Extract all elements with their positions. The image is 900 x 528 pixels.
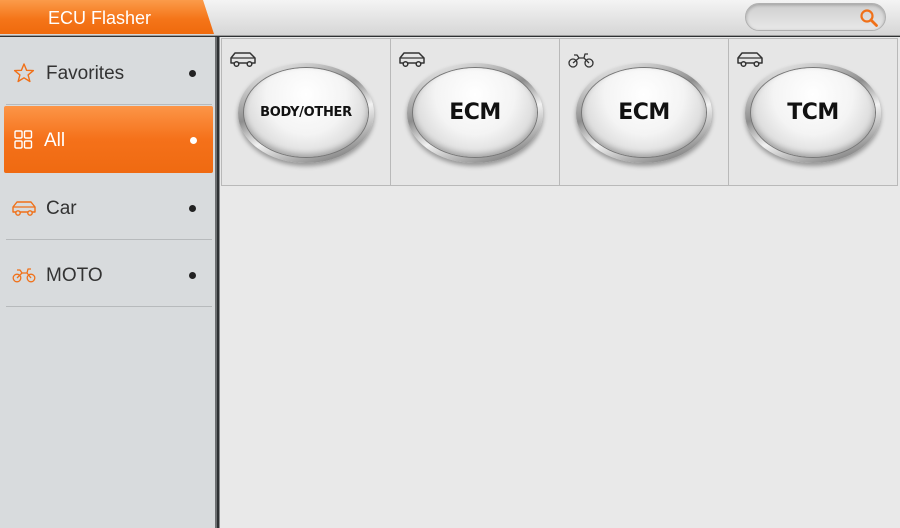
bullet-dot bbox=[189, 70, 196, 77]
car-icon bbox=[230, 52, 256, 68]
module-tile: ECM bbox=[559, 38, 729, 186]
button-face: TCM bbox=[751, 68, 875, 157]
sidebar-item-favorites[interactable]: Favorites bbox=[6, 39, 212, 105]
sidebar-item-label: Car bbox=[46, 198, 77, 219]
module-button-ecm-car[interactable]: ECM bbox=[407, 63, 543, 163]
bullet-dot bbox=[189, 272, 196, 279]
module-label: TCM bbox=[787, 100, 839, 125]
category-sidebar: Favorites All Car MOTO bbox=[0, 37, 217, 528]
button-face: ECM bbox=[413, 68, 537, 157]
module-tile: TCM bbox=[728, 38, 898, 186]
button-face: ECM bbox=[582, 68, 706, 157]
module-button-body-other[interactable]: BODY/OTHER bbox=[238, 63, 374, 163]
car-icon bbox=[12, 201, 36, 216]
car-icon bbox=[737, 52, 763, 68]
star-icon bbox=[13, 63, 35, 83]
motorcycle-icon bbox=[568, 53, 594, 68]
sidebar-item-all[interactable]: All bbox=[4, 106, 213, 173]
header-bar: ECU Flasher bbox=[0, 0, 900, 36]
sidebar-item-label: All bbox=[44, 130, 66, 151]
app-title-tab: ECU Flasher bbox=[0, 0, 214, 34]
module-button-ecm-moto[interactable]: ECM bbox=[576, 63, 712, 163]
module-grid: BODY/OTHER ECM ECM TCM bbox=[221, 38, 898, 186]
search-field[interactable] bbox=[745, 3, 886, 31]
module-label: ECM bbox=[618, 100, 670, 125]
search-icon[interactable] bbox=[859, 8, 879, 28]
sidebar-item-label: Favorites bbox=[46, 63, 125, 84]
module-tile: ECM bbox=[390, 38, 560, 186]
module-tile: BODY/OTHER bbox=[221, 38, 391, 186]
motorcycle-icon bbox=[12, 268, 36, 283]
module-label: BODY/OTHER bbox=[260, 105, 352, 120]
sidebar-item-car[interactable]: Car bbox=[6, 174, 212, 240]
module-button-tcm[interactable]: TCM bbox=[745, 63, 881, 163]
sidebar-item-moto[interactable]: MOTO bbox=[6, 241, 212, 307]
app-title: ECU Flasher bbox=[48, 8, 152, 28]
bullet-dot bbox=[189, 205, 196, 212]
module-label: ECM bbox=[449, 100, 501, 125]
button-face: BODY/OTHER bbox=[244, 68, 368, 157]
car-icon bbox=[399, 52, 425, 68]
sidebar-item-label: MOTO bbox=[46, 265, 103, 286]
bullet-dot bbox=[190, 137, 197, 144]
grid-icon bbox=[14, 130, 33, 149]
module-grid-panel: BODY/OTHER ECM ECM TCM bbox=[219, 37, 900, 528]
